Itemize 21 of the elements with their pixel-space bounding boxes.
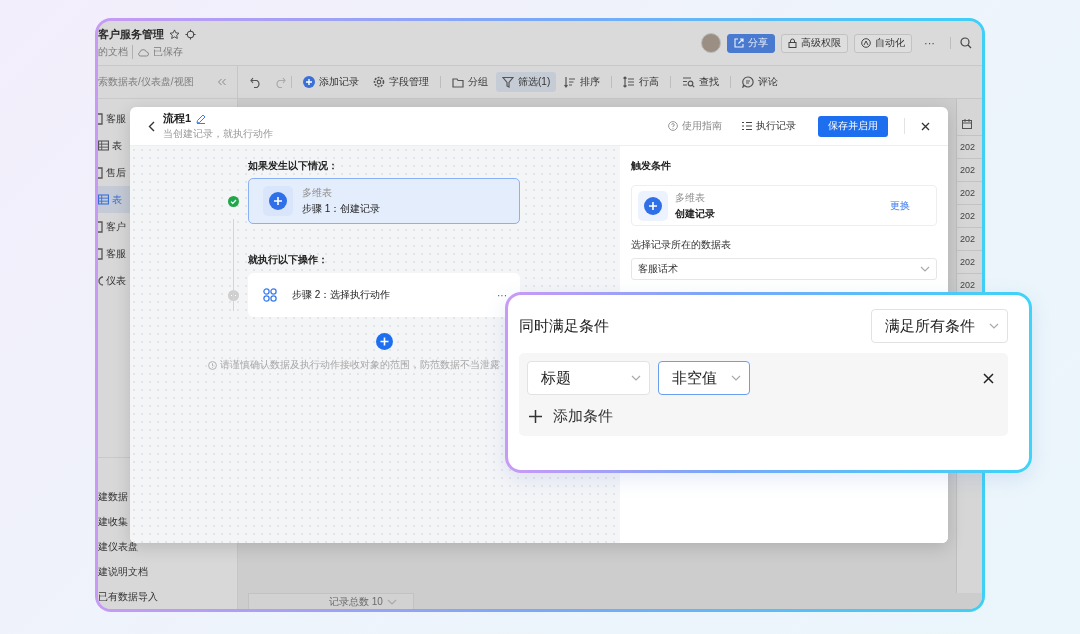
step-source: 多维表	[302, 186, 333, 200]
popover-title: 同时满足条件	[519, 316, 609, 336]
action-heading: 就执行以下操作：	[248, 253, 329, 267]
table-label: 选择记录所在的数据表	[631, 238, 732, 252]
flow-subtitle: 当创建记录，就执行动作	[163, 127, 274, 141]
table-cell: 202	[957, 135, 982, 158]
table-cell: 202	[957, 204, 982, 227]
privacy-hint: 请谨慎确认数据及执行动作接收对象的范围，防范数据不当泄露	[220, 358, 500, 372]
trigger-name: 创建记录	[675, 206, 716, 221]
document-title: 客户服务管理	[98, 27, 164, 42]
panel-heading: 触发条件	[631, 159, 672, 173]
step-label: 步骤 1：创建记录	[302, 202, 382, 216]
table-cell: 202	[957, 250, 982, 273]
flow-title: 流程1	[163, 111, 192, 126]
save-status: 已保存	[153, 45, 183, 59]
trigger-source: 多维表	[675, 190, 706, 205]
table-cell: 202	[957, 181, 982, 204]
trigger-heading: 如果发生以下情况：	[248, 159, 339, 173]
table-cell: 202	[957, 227, 982, 250]
table-cell: 202	[957, 158, 982, 181]
step-label: 步骤 2：选择执行动作	[292, 288, 392, 302]
